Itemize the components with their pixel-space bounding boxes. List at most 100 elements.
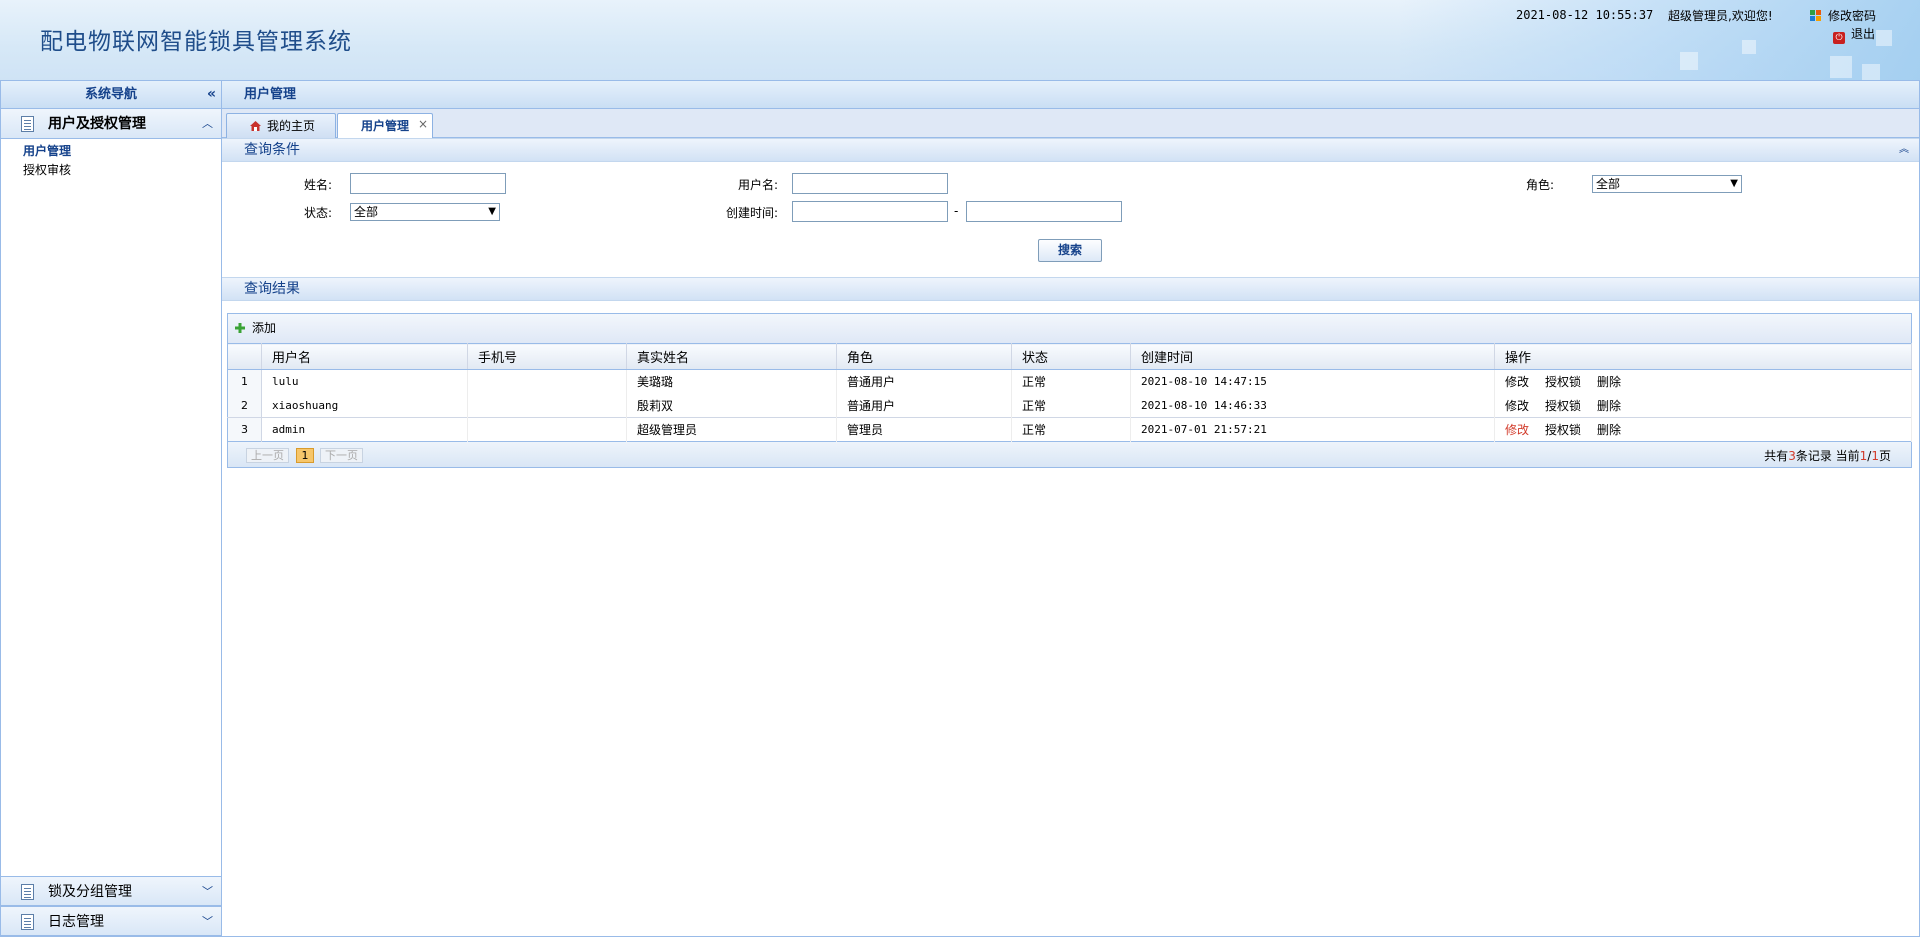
close-icon[interactable]: ×	[418, 112, 428, 136]
tab-user-management[interactable]: 用户管理 ×	[337, 113, 433, 139]
table-row[interactable]: 1 lulu 美璐璐 普通用户 正常 2021-08-10 14:47:15 修…	[227, 369, 1912, 394]
cell-status: 正常	[1011, 369, 1131, 394]
username-label: 用户名:	[737, 178, 778, 192]
sidebar-header: 系统导航 «	[1, 81, 221, 109]
collapse-sidebar-icon[interactable]: «	[207, 81, 216, 108]
col-created-time[interactable]: 创建时间	[1130, 343, 1495, 370]
decor-square	[1742, 40, 1756, 54]
decor-square	[1680, 52, 1698, 70]
record-info-suffix: 页	[1878, 449, 1891, 463]
edit-button[interactable]: 修改	[1505, 375, 1529, 389]
cell-phone	[467, 369, 627, 394]
app-header: 配电物联网智能锁具管理系统 2021-08-12 10:55:37 超级管理员,…	[0, 0, 1920, 80]
nav-group-logs[interactable]: 日志管理 ﹀	[1, 906, 221, 936]
sidebar-item-auth-review[interactable]: 授权审核	[23, 161, 221, 180]
created-from-input[interactable]	[792, 201, 948, 222]
decor-square	[1862, 64, 1880, 80]
main-panel: 用户管理 我的主页 用户管理 × 查询条件 ︽ 姓名: 用户名: 角色: 全部 …	[222, 80, 1920, 937]
cell-username: xiaoshuang	[261, 393, 468, 418]
cell-actions: 修改 授权锁 删除	[1494, 417, 1912, 442]
status-label: 状态:	[303, 206, 332, 220]
cell-created-time: 2021-08-10 14:46:33	[1130, 393, 1495, 418]
col-username[interactable]: 用户名	[261, 343, 468, 370]
delete-button[interactable]: 删除	[1597, 375, 1621, 389]
edit-button[interactable]: 修改	[1505, 399, 1529, 413]
table-row[interactable]: 3 admin 超级管理员 管理员 正常 2021-07-01 21:57:21…	[227, 417, 1912, 442]
next-page-button[interactable]: 下一页	[320, 448, 363, 463]
created-time-label: 创建时间:	[725, 206, 778, 220]
col-status[interactable]: 状态	[1011, 343, 1131, 370]
nav-items: 用户管理 授权审核	[1, 139, 221, 180]
decor-square	[1830, 56, 1852, 78]
name-input[interactable]	[350, 173, 506, 194]
chevron-down-icon: ﹀	[202, 885, 213, 898]
edit-button[interactable]: 修改	[1505, 423, 1529, 437]
cell-real-name: 殷莉双	[626, 393, 837, 418]
col-phone[interactable]: 手机号	[467, 343, 627, 370]
logout-link[interactable]: ⏻ 退出	[1833, 25, 1875, 44]
cell-real-name: 超级管理员	[626, 417, 837, 442]
pagination: 上一页 1 下一页 共有3条记录 当前1/1页	[227, 442, 1912, 468]
delete-button[interactable]: 删除	[1597, 399, 1621, 413]
tab-label: 我的主页	[267, 119, 316, 133]
cell-created-time: 2021-08-10 14:47:15	[1130, 369, 1495, 394]
nav-group-user-auth[interactable]: 用户及授权管理 ︿	[1, 109, 221, 139]
chevron-down-icon: ▼	[1730, 178, 1738, 189]
created-to-input[interactable]	[966, 201, 1122, 222]
sidebar-title: 系统导航	[84, 87, 137, 102]
cell-role: 普通用户	[836, 369, 1012, 394]
auth-lock-button[interactable]: 授权锁	[1545, 375, 1581, 389]
prev-page-button[interactable]: 上一页	[246, 448, 289, 463]
delete-button[interactable]: 删除	[1597, 423, 1621, 437]
document-icon	[21, 884, 34, 900]
cell-real-name: 美璐璐	[626, 369, 837, 394]
change-password-label: 修改密码	[1828, 9, 1877, 23]
main-panel-title: 用户管理	[222, 81, 1919, 109]
cell-username: lulu	[261, 369, 468, 394]
nav-group-label: 日志管理	[48, 914, 104, 930]
power-icon: ⏻	[1833, 32, 1845, 44]
table-header-row: 用户名 手机号 真实姓名 角色 状态 创建时间 操作	[227, 343, 1912, 370]
role-select[interactable]: 全部 ▼	[1592, 175, 1742, 193]
status-selected: 全部	[354, 205, 379, 219]
document-icon	[21, 116, 34, 132]
query-form: 姓名: 用户名: 角色: 全部 ▼ 状态: 全部 ▼ 创建时间: - 搜索	[222, 162, 1919, 277]
add-user-button[interactable]: 添加	[252, 321, 276, 335]
row-number-header	[227, 343, 262, 370]
cell-actions: 修改 授权锁 删除	[1494, 393, 1912, 418]
col-actions: 操作	[1494, 343, 1912, 370]
cell-status: 正常	[1011, 417, 1131, 442]
row-number: 2	[227, 393, 262, 418]
username-input[interactable]	[792, 173, 948, 194]
total-pages: 1	[1871, 449, 1879, 463]
results-panel: 添加 用户名 手机号 真实姓名 角色 状态 创建时间 操作 1 lulu 美璐璐…	[227, 313, 1912, 468]
search-button[interactable]: 搜索	[1038, 239, 1102, 262]
row-number: 1	[227, 369, 262, 394]
chevron-down-icon: ﹀	[202, 915, 213, 928]
tab-bar: 我的主页 用户管理 ×	[222, 109, 1919, 139]
current-datetime: 2021-08-12 10:55:37	[1516, 8, 1654, 22]
tab-home[interactable]: 我的主页	[226, 113, 336, 138]
logout-label: 退出	[1851, 27, 1876, 41]
collapse-up-icon[interactable]: ︽	[1899, 139, 1909, 161]
status-select[interactable]: 全部 ▼	[350, 203, 500, 221]
auth-lock-button[interactable]: 授权锁	[1545, 423, 1581, 437]
cell-phone	[467, 393, 627, 418]
col-real-name[interactable]: 真实姓名	[626, 343, 837, 370]
nav-group-label: 用户及授权管理	[48, 116, 146, 132]
col-role[interactable]: 角色	[836, 343, 1012, 370]
change-password-link[interactable]: 修改密码	[1810, 7, 1876, 24]
home-icon	[250, 121, 261, 131]
range-separator: -	[954, 204, 959, 218]
results-section-title: 查询结果	[244, 281, 300, 297]
collapsed-groups: 锁及分组管理 ﹀ 日志管理 ﹀	[1, 876, 221, 936]
nav-group-locks[interactable]: 锁及分组管理 ﹀	[1, 876, 221, 906]
name-label: 姓名:	[303, 178, 332, 192]
chevron-up-icon: ︿	[202, 117, 213, 130]
page-number-button[interactable]: 1	[296, 448, 314, 463]
auth-lock-button[interactable]: 授权锁	[1545, 399, 1581, 413]
tab-label: 用户管理	[361, 119, 410, 133]
sidebar-item-user-management[interactable]: 用户管理	[23, 142, 221, 161]
record-info-prefix: 共有	[1764, 449, 1789, 463]
table-row[interactable]: 2 xiaoshuang 殷莉双 普通用户 正常 2021-08-10 14:4…	[227, 393, 1912, 418]
